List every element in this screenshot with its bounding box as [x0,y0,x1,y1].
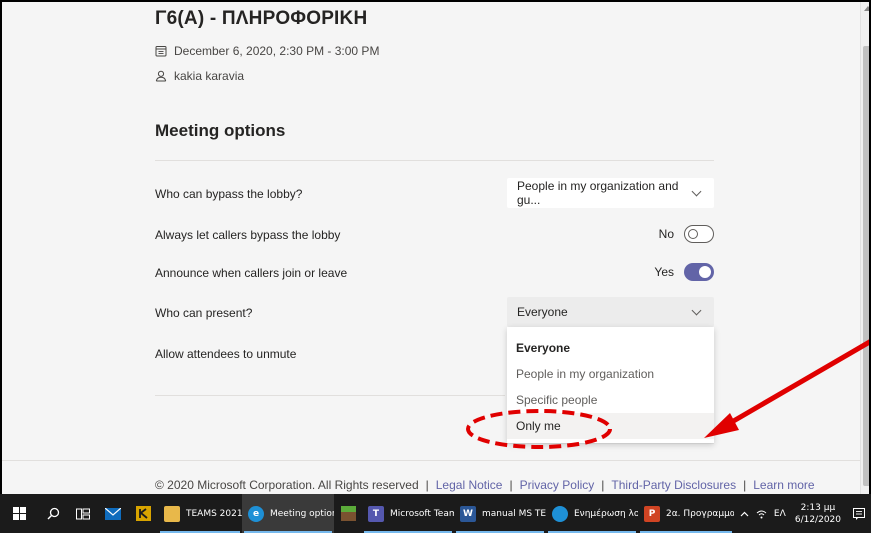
unmute-label: Allow attendees to unmute [155,347,297,361]
privacy-policy-link[interactable]: Privacy Policy [520,478,595,492]
clock-date: 6/12/2020 [794,514,841,525]
footer: © 2020 Microsoft Corporation. All Rights… [155,478,815,492]
scroll-up-arrow-icon[interactable] [864,6,869,11]
calendar-icon [155,45,167,57]
meeting-datetime: December 6, 2020, 2:30 PM - 3:00 PM [174,44,380,58]
pinned-app-button[interactable] [128,494,158,533]
taskbar-app-edge[interactable]: e Meeting options ... [242,494,334,533]
task-view-icon [76,508,90,519]
search-button[interactable] [38,494,68,533]
callers-bypass-toggle-row: No [659,225,714,243]
kaspersky-icon [135,506,151,521]
callers-bypass-toggle[interactable] [684,225,714,243]
footer-copyright: © 2020 Microsoft Corporation. All Rights… [155,478,419,492]
scrollbar-thumb[interactable] [863,46,869,486]
system-tray: ΕΛ 2:13 μμ 6/12/2020 [737,494,871,533]
person-icon [155,70,167,82]
teams-icon: T [368,505,384,522]
meeting-options-heading: Meeting options [155,121,286,140]
update-icon [552,505,568,522]
taskbar-app-powerpoint[interactable]: P 2α. Προγραμματ... [638,494,734,533]
meeting-title: Γ6(Α) - ΠΛΗΡΟΦΟΡΙΚΗ [155,8,368,29]
taskbar-app-word[interactable]: W manual MS TEA... [454,494,546,533]
callers-bypass-state: No [658,227,674,241]
presenter-option-everyone[interactable]: Everyone [507,335,714,361]
windows-logo-icon [12,507,26,520]
edge-icon: e [248,505,264,522]
announce-toggle[interactable] [684,263,714,281]
mail-button[interactable] [98,494,128,533]
powerpoint-icon: P [644,505,660,522]
taskbar-app-microsoft-teams[interactable]: T Microsoft Teams [362,494,454,533]
start-button[interactable] [0,494,38,533]
browser-window: Γ6(Α) - ΠΛΗΡΟΦΟΡΙΚΗ December 6, 2020, 2:… [0,0,871,533]
options-bottom-divider [155,395,505,396]
language-indicator[interactable]: ΕΛ [771,494,789,533]
footer-divider [2,460,860,461]
presenter-dropdown-menu: Everyone People in my organization Speci… [507,327,714,443]
presenter-option-specific[interactable]: Specific people [507,387,714,413]
chevron-down-icon [691,305,702,316]
meeting-options-page: Γ6(Α) - ΠΛΗΡΟΦΟΡΙΚΗ December 6, 2020, 2:… [2,2,860,496]
legal-notice-link[interactable]: Legal Notice [436,478,503,492]
meeting-datetime-row: December 6, 2020, 2:30 PM - 3:00 PM [155,44,379,58]
learn-more-link[interactable]: Learn more [753,478,814,492]
announce-state: Yes [654,265,674,279]
vertical-scrollbar[interactable] [860,2,869,496]
presenter-option-organization[interactable]: People in my organization [507,361,714,387]
folder-icon [164,505,180,522]
mail-icon [105,507,121,520]
chevron-up-icon[interactable] [737,494,753,533]
presenter-label: Who can present? [155,306,253,320]
notifications-button[interactable] [847,494,871,533]
third-party-disclosures-link[interactable]: Third-Party Disclosures [611,478,736,492]
task-view-button[interactable] [68,494,98,533]
bypass-lobby-label: Who can bypass the lobby? [155,187,303,201]
taskbar-app-update[interactable]: Ενημέρωση λογ... [546,494,638,533]
wifi-icon[interactable] [753,494,771,533]
word-icon: W [460,505,476,522]
taskbar-clock[interactable]: 2:13 μμ 6/12/2020 [789,502,847,526]
clock-time: 2:13 μμ [800,502,836,513]
minecraft-icon [340,506,356,521]
announce-label: Announce when callers join or leave [155,266,348,280]
meeting-organizer: kakia karavia [174,69,245,83]
presenter-option-only-me[interactable]: Only me [507,413,714,439]
bypass-lobby-select[interactable]: People in my organization and gu... [507,178,714,208]
presenter-value: Everyone [517,305,568,319]
bypass-lobby-value: People in my organization and gu... [517,179,679,207]
pinned-minecraft-button[interactable] [334,494,362,533]
taskbar-app-teams-folder[interactable]: TEAMS 2021 [158,494,242,533]
callers-bypass-label: Always let callers bypass the lobby [155,228,341,242]
announce-toggle-row: Yes [654,263,714,281]
search-icon [47,507,59,520]
presenter-select[interactable]: Everyone [507,297,714,327]
section-divider [155,160,714,161]
meeting-organizer-row: kakia karavia [155,69,244,83]
windows-taskbar: TEAMS 2021 e Meeting options ... T Micro… [0,494,871,533]
notification-icon [853,507,865,520]
